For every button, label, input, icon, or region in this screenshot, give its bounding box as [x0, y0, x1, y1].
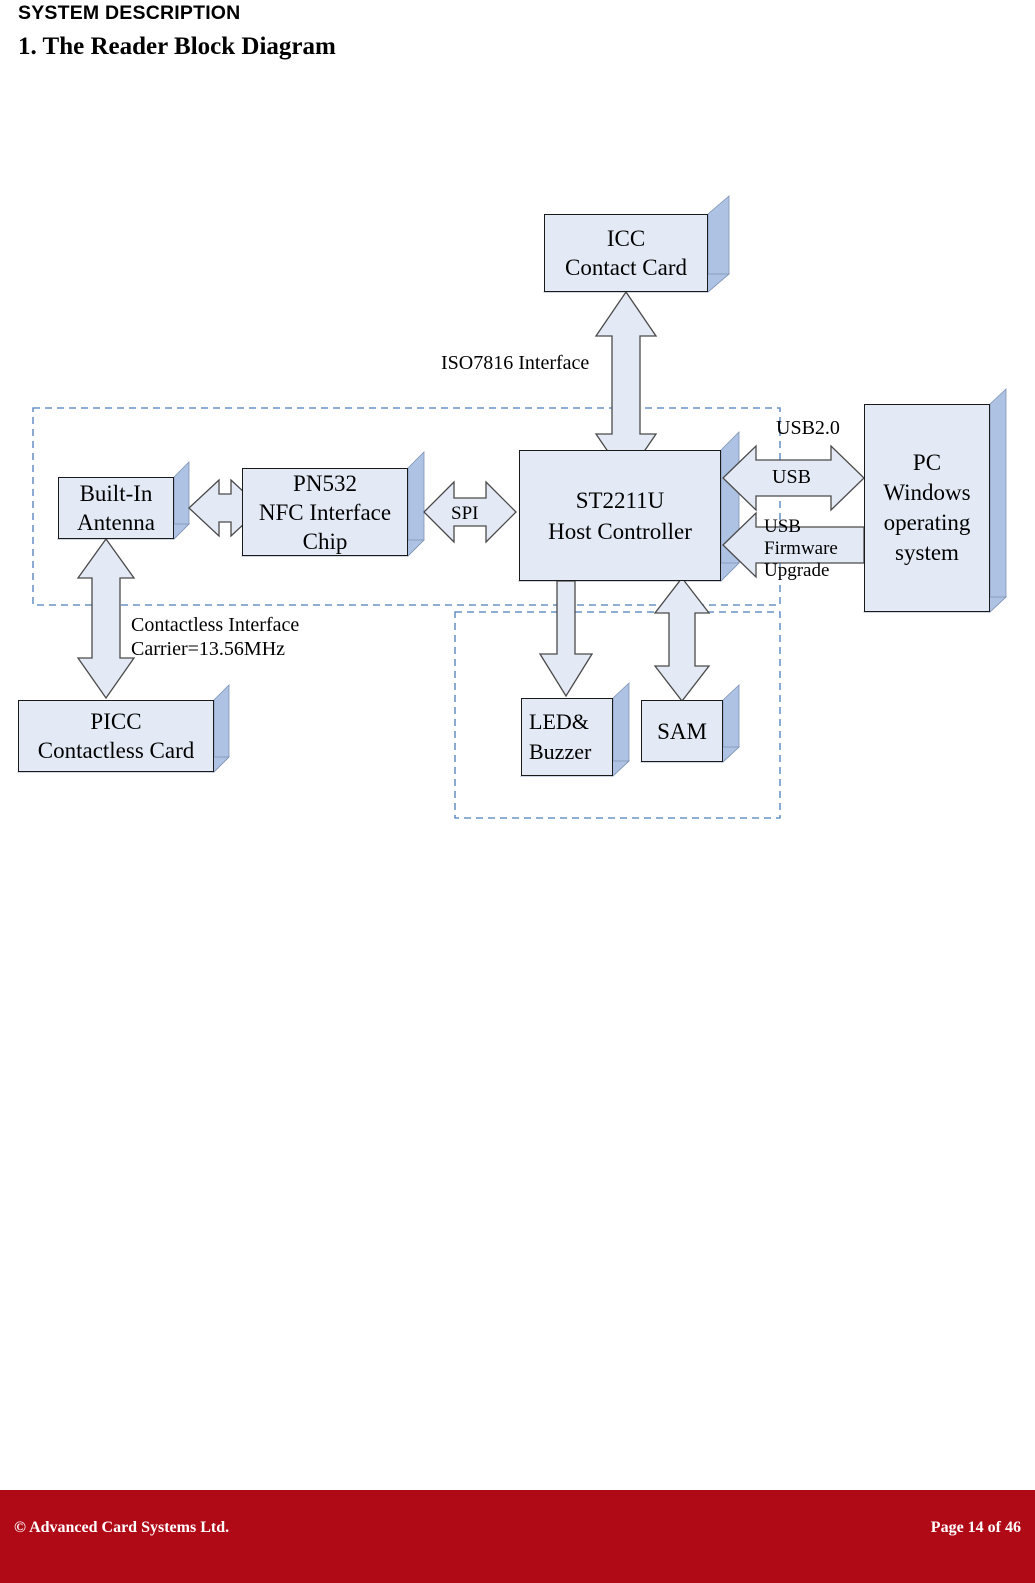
- footer-page-number: Page 14 of 46: [930, 1519, 1021, 1536]
- block-sam-label: SAM: [657, 718, 707, 744]
- block-picc-contactless-card[interactable]: PICC Contactless Card: [18, 700, 214, 772]
- block-built-in-antenna[interactable]: Built-In Antenna: [58, 477, 174, 539]
- label-usb-firmware-upgrade: USB Firmware Upgrade: [764, 516, 838, 581]
- label-usb: USB: [772, 466, 811, 488]
- block-antenna-label: Built-In Antenna: [77, 481, 155, 535]
- footer-copyright: © Advanced Card Systems Ltd.: [14, 1519, 230, 1536]
- page-footer: © Advanced Card Systems Ltd. Page 14 of …: [0, 1490, 1035, 1583]
- reader-block-diagram: .shadow-face { fill: #aec2e4; stroke: #7…: [0, 0, 1035, 900]
- footer-content: © Advanced Card Systems Ltd. Page 14 of …: [0, 1516, 1035, 1540]
- block-host-label: ST2211U Host Controller: [548, 487, 692, 544]
- block-led-buzzer[interactable]: LED& Buzzer: [521, 698, 613, 776]
- block-picc-label: PICC Contactless Card: [37, 709, 195, 763]
- block-icc-label: ICC Contact Card: [565, 226, 687, 280]
- arrow-host-led: [538, 580, 594, 698]
- block-pc-label: PC Windows operating system: [883, 450, 971, 565]
- block-pc-windows-operating-system[interactable]: PC Windows operating system: [864, 404, 990, 612]
- block-sam[interactable]: SAM: [641, 700, 723, 762]
- label-spi: SPI: [451, 503, 479, 524]
- arrow-antenna-picc: [76, 537, 136, 700]
- label-contactless-interface: Contactless Interface Carrier=13.56MHz: [131, 614, 300, 660]
- block-led-label: LED& Buzzer: [529, 709, 592, 764]
- label-iso7816-interface: ISO7816 Interface: [441, 352, 590, 374]
- arrow-host-sam: [653, 576, 711, 703]
- block-pn532-label: PN532 NFC Interface Chip: [258, 470, 392, 554]
- block-pn532-nfc-interface-chip[interactable]: PN532 NFC Interface Chip: [242, 468, 408, 556]
- label-usb20: USB2.0: [776, 417, 840, 439]
- block-st2211u-host-controller[interactable]: ST2211U Host Controller: [519, 450, 721, 581]
- block-icc-contact-card[interactable]: ICC Contact Card: [544, 214, 708, 292]
